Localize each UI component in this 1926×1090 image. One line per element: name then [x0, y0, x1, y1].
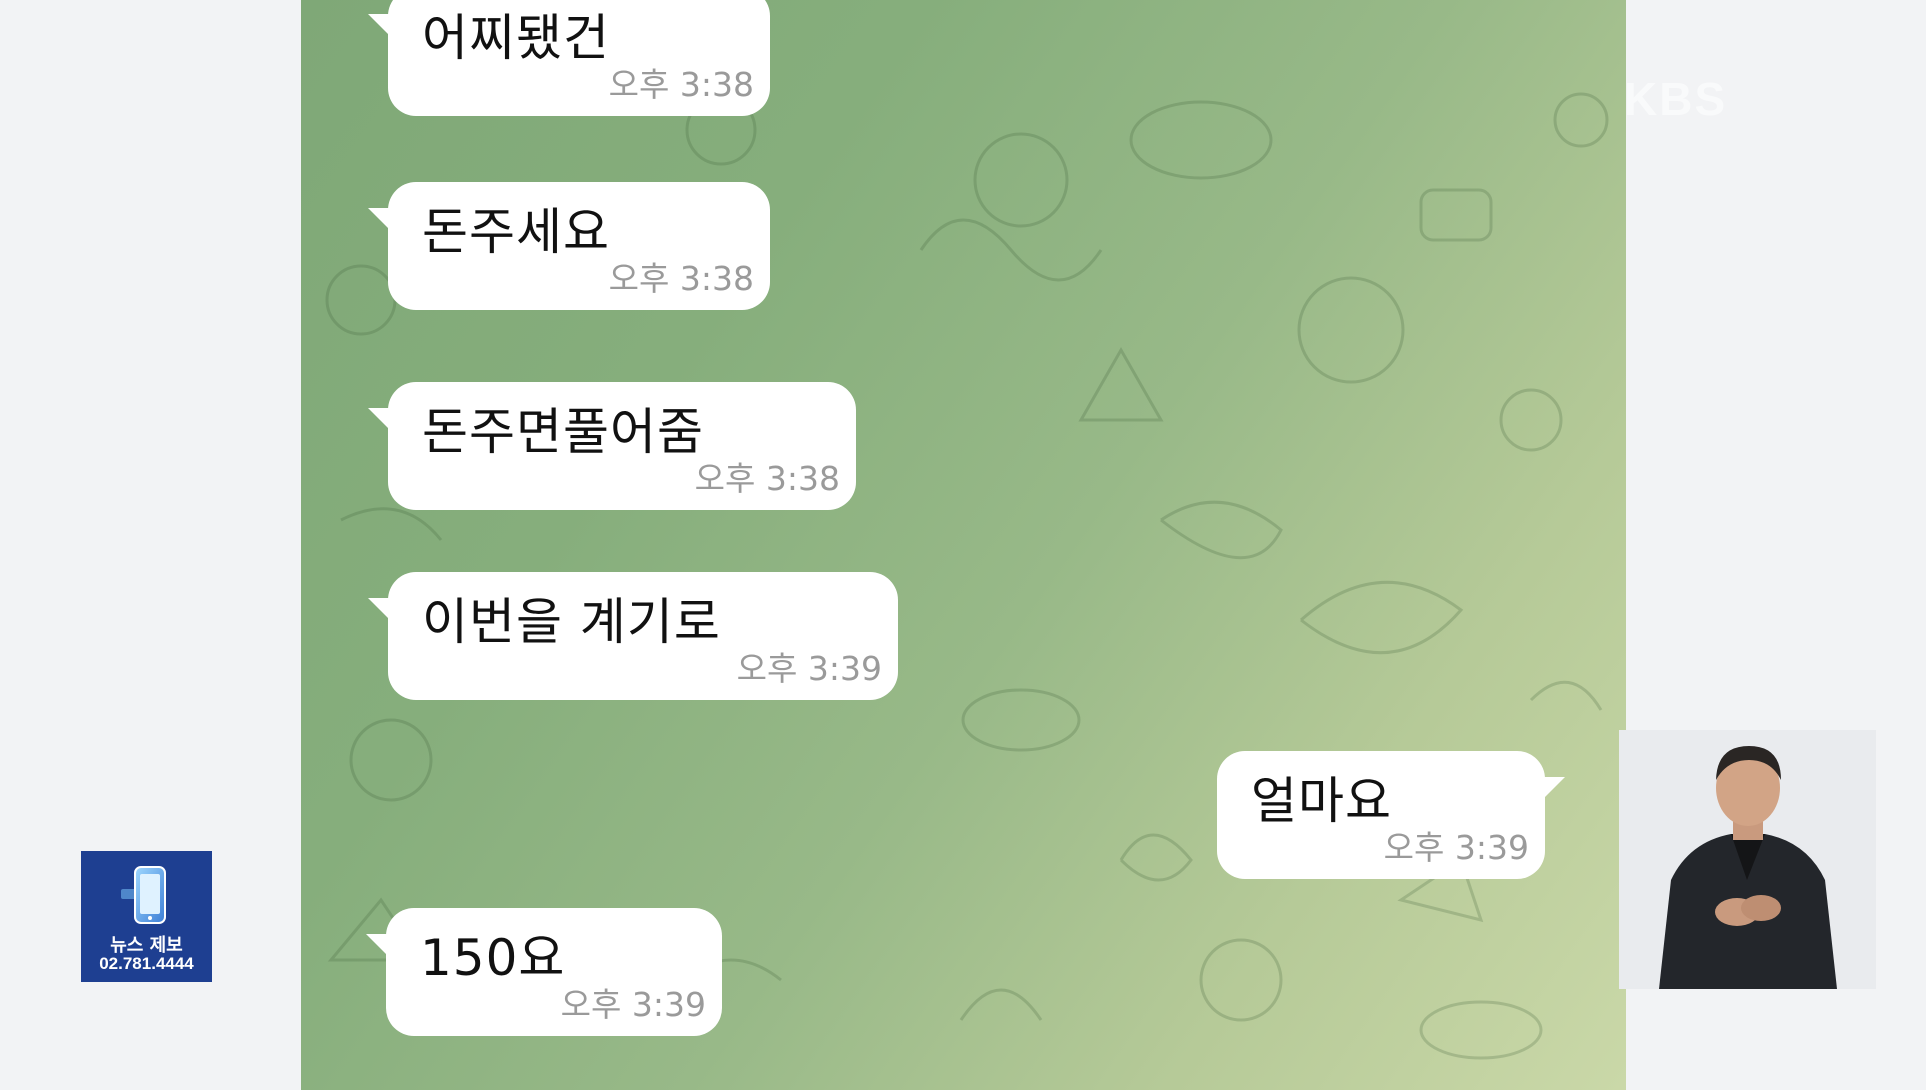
message-bubble-incoming: 돈주세요 오후 3:38	[368, 182, 770, 310]
chat-screenshot: 어찌됐건 오후 3:38 돈주세요 오후 3:38 돈주면풀어줌 오후 3:38…	[301, 0, 1626, 1090]
news-tip-badge: 뉴스 제보 02.781.4444	[81, 851, 212, 982]
message-bubble-incoming: 이번을 계기로 오후 3:39	[368, 572, 898, 700]
message-text: 돈주면풀어줌	[422, 403, 704, 461]
sign-language-interpreter-inset	[1619, 730, 1876, 989]
message-bubble-incoming: 어찌됐건 오후 3:38	[368, 0, 770, 116]
message-text: 150요	[420, 929, 566, 987]
message-bubble-outgoing: 얼마요 오후 3:39	[1217, 751, 1565, 879]
smartphone-icon	[121, 866, 166, 924]
news-tip-phone-number: 02.781.4444	[99, 954, 194, 973]
broadcaster-watermark: KBS	[1624, 73, 1728, 125]
message-timestamp: 오후 3:38	[608, 259, 754, 298]
message-bubble-incoming: 150요 오후 3:39	[366, 908, 722, 1036]
message-text: 어찌됐건	[422, 9, 610, 67]
message-timestamp: 오후 3:38	[608, 65, 754, 104]
message-timestamp: 오후 3:39	[560, 985, 706, 1024]
message-bubble-incoming: 돈주면풀어줌 오후 3:38	[368, 382, 856, 510]
message-timestamp: 오후 3:38	[694, 459, 840, 498]
message-text: 돈주세요	[422, 203, 610, 261]
message-timestamp: 오후 3:39	[736, 649, 882, 688]
message-timestamp: 오후 3:39	[1383, 828, 1529, 867]
interpreter-figure	[1619, 730, 1876, 989]
message-text: 얼마요	[1251, 772, 1392, 830]
message-text: 이번을 계기로	[422, 593, 721, 651]
